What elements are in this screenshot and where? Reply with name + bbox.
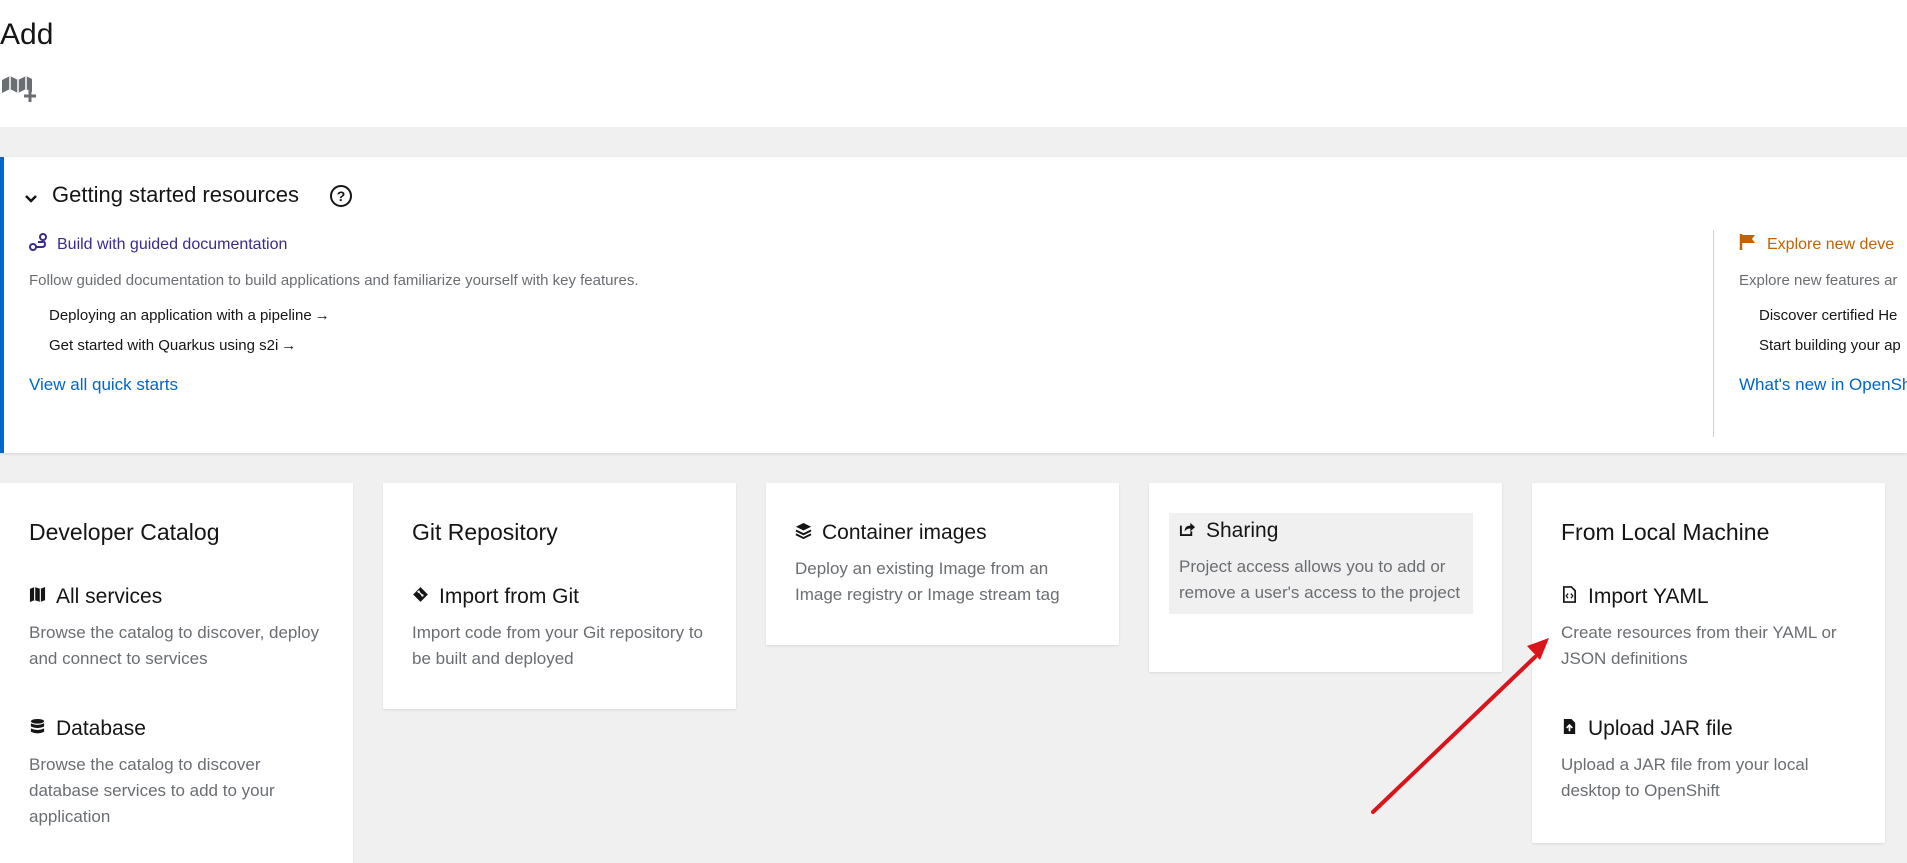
- page-header: Add: [0, 0, 1907, 127]
- git-repository-tile: Git Repository Import from Git Import co…: [383, 483, 736, 709]
- share-icon: [1179, 519, 1196, 543]
- tile-title: Git Repository: [412, 519, 558, 545]
- column-divider: [1713, 230, 1714, 437]
- git-icon: [412, 585, 429, 609]
- book-icon: [29, 585, 46, 609]
- item-label: All services: [56, 585, 163, 608]
- item-label: Import YAML: [1588, 585, 1709, 608]
- explore-features-column: Explore new deve Explore new features ar…: [1739, 233, 1907, 395]
- item-description: Create resources from their YAML or JSON…: [1561, 623, 1837, 668]
- import-yaml-item[interactable]: Import YAML Create resources from their …: [1561, 585, 1865, 672]
- feature-link-helm[interactable]: Discover certified He: [1759, 307, 1907, 324]
- item-description: Project access allows you to add or remo…: [1179, 557, 1461, 602]
- container-images-tile: Container images Deploy an existing Imag…: [766, 483, 1119, 645]
- layers-icon: [795, 521, 812, 545]
- item-description: Upload a JAR file from your local deskto…: [1561, 755, 1809, 800]
- guided-docs-column: Build with guided documentation Follow g…: [29, 233, 639, 395]
- feature-link-label: Start building your ap: [1759, 337, 1901, 354]
- sharing-item[interactable]: Sharing Project access allows you to add…: [1169, 513, 1473, 614]
- whats-new-link[interactable]: What's new in OpenSh: [1739, 375, 1907, 395]
- item-label: Container images: [822, 521, 987, 544]
- view-all-quick-starts-link[interactable]: View all quick starts: [29, 375, 639, 395]
- explore-features-description: Explore new features ar: [1739, 272, 1898, 289]
- code-file-icon: [1561, 585, 1578, 609]
- developer-catalog-tile: Developer Catalog All services Browse th…: [0, 483, 353, 863]
- guided-docs-title[interactable]: Build with guided documentation: [57, 236, 287, 254]
- quickstart-link-label: Deploying an application with a pipeline: [49, 307, 312, 324]
- getting-started-title: Getting started resources: [52, 182, 300, 207]
- item-label: Import from Git: [439, 585, 580, 608]
- svg-text:?: ?: [337, 188, 346, 204]
- database-icon: [29, 717, 46, 741]
- explore-features-title[interactable]: Explore new deve: [1767, 236, 1894, 254]
- flag-icon: [1739, 233, 1757, 256]
- upload-jar-item[interactable]: Upload JAR file Upload a JAR file from y…: [1561, 717, 1865, 804]
- arrow-right-icon: →: [281, 337, 297, 354]
- item-label: Sharing: [1206, 519, 1279, 542]
- quickstart-link-quarkus[interactable]: Get started with Quarkus using s2i →: [49, 337, 639, 354]
- item-description: Browse the catalog to discover database …: [29, 755, 275, 826]
- help-icon[interactable]: ?: [329, 184, 353, 208]
- feature-link-label: Discover certified He: [1759, 307, 1898, 324]
- route-icon: [29, 233, 47, 256]
- item-description: Deploy an existing Image from an Image r…: [795, 559, 1060, 604]
- item-label: Upload JAR file: [1588, 717, 1733, 740]
- item-description: Import code from your Git repository to …: [412, 623, 703, 668]
- guided-docs-description: Follow guided documentation to build app…: [29, 272, 639, 289]
- quickstart-link-pipeline[interactable]: Deploying an application with a pipeline…: [49, 307, 639, 324]
- all-services-item[interactable]: All services Browse the catalog to disco…: [29, 585, 333, 672]
- database-item[interactable]: Database Browse the catalog to discover …: [29, 717, 333, 830]
- sharing-tile: Sharing Project access allows you to add…: [1149, 483, 1502, 672]
- tile-title: From Local Machine: [1561, 519, 1770, 545]
- item-description: Browse the catalog to discover, deploy a…: [29, 623, 320, 668]
- item-label: Database: [56, 717, 146, 740]
- quickstart-link-label: Get started with Quarkus using s2i: [49, 337, 279, 354]
- book-plus-icon[interactable]: [0, 72, 38, 106]
- from-local-machine-tile: From Local Machine Import YAML Create re…: [1532, 483, 1885, 843]
- feature-link-start-building[interactable]: Start building your ap: [1759, 337, 1907, 354]
- tile-title: Developer Catalog: [29, 519, 220, 545]
- getting-started-card: Getting started resources ? Build with g…: [0, 157, 1907, 453]
- arrow-right-icon: →: [314, 307, 330, 324]
- page-title: Add: [0, 18, 54, 51]
- import-from-git-item[interactable]: Import from Git Import code from your Gi…: [412, 585, 716, 672]
- chevron-down-icon[interactable]: [20, 187, 42, 209]
- container-images-item[interactable]: Container images Deploy an existing Imag…: [795, 521, 1099, 608]
- file-upload-icon: [1561, 717, 1578, 741]
